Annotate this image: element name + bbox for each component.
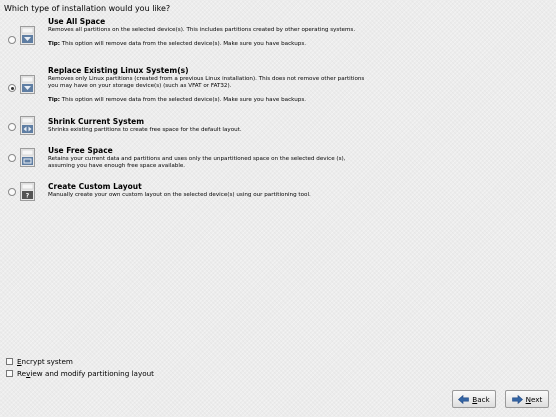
radio-use-free-space[interactable] <box>8 154 16 162</box>
back-arrow-icon <box>458 394 470 404</box>
option-custom-layout[interactable]: ? Create Custom Layout Manually create y… <box>8 182 548 206</box>
encrypt-checkbox-label: Encrypt system <box>17 357 73 366</box>
back-button[interactable]: Back <box>452 390 496 408</box>
option-title: Replace Existing Linux System(s) <box>48 66 189 75</box>
back-button-label: Back <box>472 394 490 404</box>
encrypt-system-checkbox[interactable]: Encrypt system <box>6 357 73 366</box>
radio-replace-linux[interactable] <box>8 84 16 92</box>
option-title: Shrink Current System <box>48 117 145 126</box>
review-checkbox-label: Review and modify partitioning layout <box>17 369 154 378</box>
disk-all-space-icon <box>20 26 35 45</box>
radio-use-all-space[interactable] <box>8 36 16 44</box>
disk-free-space-icon <box>20 148 35 167</box>
option-use-all-space[interactable]: Use All Space Removes all partitions on … <box>8 17 548 61</box>
radio-shrink-current[interactable] <box>8 123 16 131</box>
option-description: Manually create your own custom layout o… <box>48 191 311 198</box>
encrypt-checkbox-box[interactable] <box>6 358 13 365</box>
review-checkbox-box[interactable] <box>6 370 13 377</box>
option-description: Retains your current data and partitions… <box>48 155 346 169</box>
disk-replace-linux-icon <box>20 75 35 94</box>
svg-text:?: ? <box>26 193 30 200</box>
option-tip: Tip: This option will remove data from t… <box>48 40 307 47</box>
option-title: Use Free Space <box>48 146 113 155</box>
option-description: Removes all partitions on the selected d… <box>48 26 356 33</box>
option-replace-linux[interactable]: Replace Existing Linux System(s) Removes… <box>8 66 548 110</box>
option-description: Shrinks existing partitions to create fr… <box>48 126 242 133</box>
option-title: Create Custom Layout <box>48 182 142 191</box>
option-description: Removes only Linux partitions (created f… <box>48 75 365 89</box>
next-arrow-icon <box>511 394 523 404</box>
option-title: Use All Space <box>48 17 106 26</box>
question-label: Which type of installation would you lik… <box>4 4 171 13</box>
review-layout-checkbox[interactable]: Review and modify partitioning layout <box>6 369 154 378</box>
next-button-label: Next <box>525 394 543 404</box>
next-button[interactable]: Next <box>505 390 549 408</box>
radio-custom-layout[interactable] <box>8 188 16 196</box>
option-use-free-space[interactable]: Use Free Space Retains your current data… <box>8 146 548 176</box>
disk-shrink-icon <box>20 116 35 135</box>
disk-custom-layout-icon: ? <box>20 182 35 201</box>
option-shrink-current[interactable]: Shrink Current System Shrinks existing p… <box>8 116 548 141</box>
option-tip: Tip: This option will remove data from t… <box>48 96 307 103</box>
